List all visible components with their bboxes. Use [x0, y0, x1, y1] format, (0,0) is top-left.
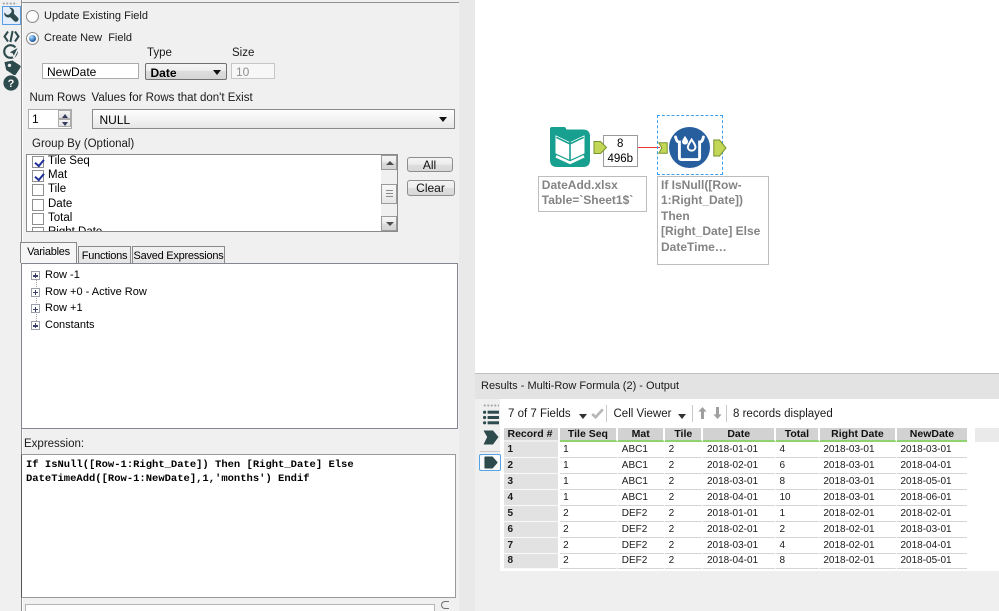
svg-text:?: ? [8, 78, 15, 90]
